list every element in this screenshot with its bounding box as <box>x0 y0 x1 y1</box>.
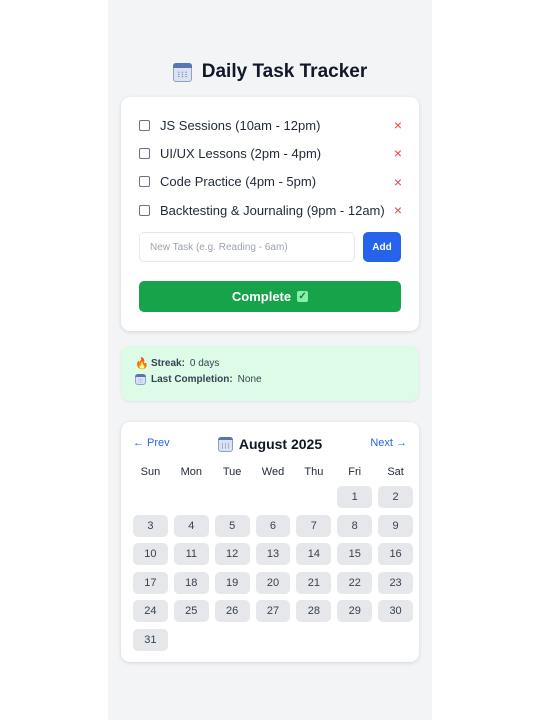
weekday-label: Tue <box>222 466 242 478</box>
calendar-day[interactable]: 10 <box>133 543 168 566</box>
calendar-day[interactable]: 7 <box>296 514 332 537</box>
new-task-input[interactable] <box>139 232 355 262</box>
last-completion-value: None <box>237 374 262 385</box>
calendar-day[interactable]: 14 <box>296 543 332 566</box>
streak-line: 🔥 Streak: 0 days <box>135 357 219 370</box>
empty-day-cell <box>256 486 291 508</box>
task-label: Code Practice (4pm - 5pm) <box>160 174 317 190</box>
task-checkbox[interactable] <box>139 176 150 188</box>
calendar-days: 1 2 3 4 5 6 7 8 9 10 11 12 13 14 15 16 17 18 19 20 21 22 23 24 2… <box>133 486 413 651</box>
calendar-header: ← Prev August 2025 Next → <box>133 436 407 452</box>
delete-task-icon[interactable]: × <box>391 202 405 218</box>
weekday-header: Sun Mon Tue Wed Thu Fri Sat <box>133 466 413 478</box>
calendar-day[interactable]: 16 <box>378 543 413 566</box>
calendar-day[interactable]: 23 <box>378 571 413 594</box>
calendar-day[interactable]: 25 <box>173 600 209 623</box>
weekday-label: Fri <box>348 466 362 478</box>
task-row: Code Practice (4pm - 5pm) × <box>139 168 405 196</box>
empty-day-cell <box>215 486 250 508</box>
last-completion-line: Last Completion: None <box>135 374 262 385</box>
calendar-day[interactable]: 3 <box>133 514 168 537</box>
calendar-day[interactable]: 13 <box>255 543 291 566</box>
fire-icon: 🔥 <box>135 358 149 370</box>
task-label: Backtesting & Journaling (9pm - 12am) <box>160 202 385 218</box>
weekday-label: Sat <box>387 466 404 478</box>
empty-day-cell <box>296 486 331 508</box>
month-title: August 2025 <box>133 436 407 452</box>
page-title-text: Daily Task Tracker <box>201 61 368 82</box>
calendar-icon <box>172 62 192 82</box>
delete-task-icon[interactable]: × <box>391 117 405 133</box>
add-task-button[interactable]: Add <box>363 232 401 262</box>
calendar-day[interactable]: 31 <box>133 628 168 651</box>
task-checkbox[interactable] <box>139 119 150 131</box>
calendar-card: ← Prev August 2025 Next → Sun Mon Tue Wed Th… <box>121 422 419 662</box>
page-title: Daily Task Tracker <box>108 58 432 86</box>
calendar-icon <box>217 436 233 452</box>
calendar-day[interactable]: 24 <box>133 600 168 623</box>
complete-button-label: Complete <box>231 289 292 304</box>
calendar-day[interactable]: 12 <box>214 543 250 566</box>
calendar-day[interactable]: 20 <box>255 571 291 594</box>
calendar-day[interactable]: 26 <box>214 600 250 623</box>
complete-button[interactable]: Complete ✓ <box>139 281 401 312</box>
calendar-day[interactable]: 27 <box>255 600 291 623</box>
calendar-day[interactable]: 17 <box>133 571 168 594</box>
task-label: UI/UX Lessons (2pm - 4pm) <box>160 145 322 161</box>
calendar-day[interactable]: 22 <box>337 571 373 594</box>
calendar-day[interactable]: 19 <box>214 571 250 594</box>
weekday-label: Thu <box>304 466 324 478</box>
calendar-day[interactable]: 18 <box>173 571 209 594</box>
empty-day-cell <box>133 486 168 508</box>
streak-label: Streak: <box>151 358 185 369</box>
month-label: August 2025 <box>238 436 323 452</box>
calendar-day[interactable]: 9 <box>378 514 413 537</box>
task-checkbox[interactable] <box>139 147 150 159</box>
calendar-day[interactable]: 1 <box>337 486 373 508</box>
delete-task-icon[interactable]: × <box>391 174 405 190</box>
task-row: JS Sessions (10am - 12pm) × <box>139 111 405 139</box>
calendar-day[interactable]: 11 <box>173 543 209 566</box>
task-row: UI/UX Lessons (2pm - 4pm) × <box>139 139 405 167</box>
weekday-label: Wed <box>261 466 285 478</box>
calendar-day[interactable]: 21 <box>296 571 332 594</box>
task-label: JS Sessions (10am - 12pm) <box>160 117 321 133</box>
task-checkbox[interactable] <box>139 204 150 216</box>
last-completion-label: Last Completion: <box>151 374 233 385</box>
calendar-day[interactable]: 30 <box>378 600 413 623</box>
calendar-day[interactable]: 5 <box>214 514 250 537</box>
calendar-day[interactable]: 2 <box>378 486 413 508</box>
next-month-link[interactable]: Next → <box>370 437 407 449</box>
task-card: JS Sessions (10am - 12pm) × UI/UX Lessons … <box>121 97 419 331</box>
calendar-day[interactable]: 8 <box>337 514 373 537</box>
calendar-day[interactable]: 6 <box>255 514 291 537</box>
weekday-label: Sun <box>140 466 161 478</box>
delete-task-icon[interactable]: × <box>391 145 405 161</box>
streak-card: 🔥 Streak: 0 days Last Completion: None <box>121 346 419 401</box>
calendar-day[interactable]: 15 <box>337 543 373 566</box>
check-box-icon: ✓ <box>297 291 309 302</box>
empty-day-cell <box>174 486 209 508</box>
calendar-day[interactable]: 28 <box>296 600 332 623</box>
task-row: Backtesting & Journaling (9pm - 12am) × <box>139 196 405 224</box>
streak-value: 0 days <box>189 358 220 369</box>
calendar-day[interactable]: 29 <box>337 600 373 623</box>
task-tracker-app: Daily Task Tracker JS Sessions (10am - 1… <box>108 0 432 720</box>
calendar-day[interactable]: 4 <box>173 514 209 537</box>
task-list: JS Sessions (10am - 12pm) × UI/UX Lessons … <box>139 111 405 224</box>
calendar-icon <box>135 374 146 385</box>
weekday-label: Mon <box>180 466 202 478</box>
